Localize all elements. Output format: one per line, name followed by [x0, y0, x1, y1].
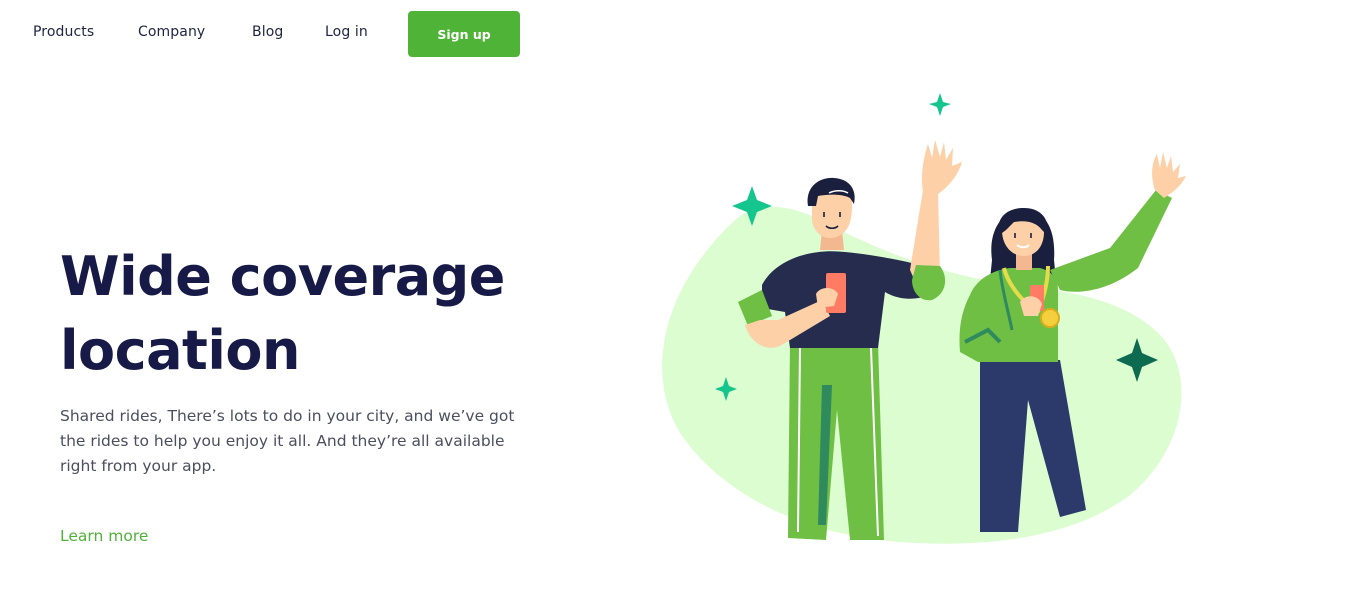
nav-link-company[interactable]: Company — [138, 24, 205, 40]
hero-title-line1: Wide coverage — [60, 245, 505, 308]
hero-title-line2: location — [60, 319, 300, 382]
hero-illustration — [640, 80, 1200, 560]
sparkle-icon — [929, 93, 951, 116]
nav-link-login[interactable]: Log in — [325, 24, 368, 40]
hero-title: Wide coverage location — [60, 240, 580, 388]
nav-link-products[interactable]: Products — [33, 24, 94, 40]
hero-description: Shared rides, There’s lots to do in your… — [60, 407, 515, 475]
learn-more-link[interactable]: Learn more — [60, 527, 148, 545]
nav-link-blog[interactable]: Blog — [252, 24, 283, 40]
top-nav: Products Company Blog Log in Sign up — [0, 0, 600, 66]
signup-button[interactable]: Sign up — [408, 11, 520, 57]
